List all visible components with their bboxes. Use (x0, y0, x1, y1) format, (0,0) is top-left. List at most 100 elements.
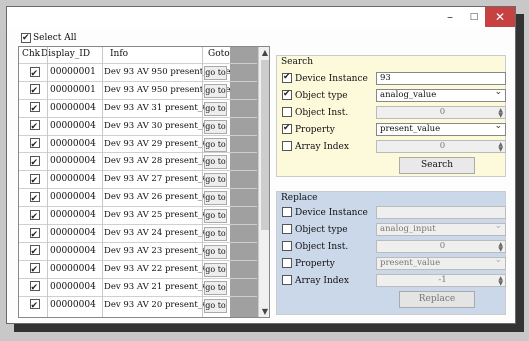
row-checkbox[interactable] (29, 137, 40, 154)
replace-object-type-checkbox[interactable] (282, 224, 292, 234)
table-row[interactable]: 00000004Dev 93 AV 28 present_valuego to (19, 152, 257, 172)
row-checkbox[interactable] (29, 119, 40, 136)
row-goto-cell: go to (204, 171, 227, 188)
search-array-index-checkbox[interactable] (282, 141, 292, 151)
goto-button[interactable]: go to (204, 173, 227, 188)
scroll-up-icon[interactable]: ▲ (259, 48, 269, 57)
search-property-select[interactable]: present_value (376, 121, 506, 136)
row-checkbox-cell (22, 118, 47, 136)
replace-object-inst-value: 0 (439, 241, 446, 251)
select-all[interactable]: Select All (21, 32, 76, 44)
goto-button[interactable]: go to (204, 298, 227, 313)
spinner-arrows-icon[interactable]: ▲ ▼ (498, 276, 503, 287)
replace-object-type-select[interactable]: analog_input (376, 221, 506, 236)
row-checkbox[interactable] (29, 191, 40, 208)
row-goto-cell: go to (204, 207, 227, 224)
replace-object-inst-stepper[interactable]: 0 ▲ ▼ (376, 240, 506, 253)
row-checkbox[interactable] (29, 227, 40, 244)
scrollbar-thumb[interactable] (261, 60, 269, 230)
row-display-id: 00000004 (50, 102, 96, 113)
table-row[interactable]: 00000004Dev 93 AV 31 present_valuego to (19, 98, 257, 118)
goto-button[interactable]: go to (204, 227, 227, 242)
replace-device-instance-input[interactable] (376, 206, 506, 219)
table-row[interactable]: 00000004Dev 93 AV 21 present_valuego to (19, 277, 257, 297)
goto-button[interactable]: go to (204, 262, 227, 277)
replace-object-inst-checkbox[interactable] (282, 241, 292, 251)
spinner-arrows-icon[interactable]: ▲ ▼ (498, 142, 503, 153)
search-object-type-select[interactable]: analog_value (376, 87, 506, 102)
header-display-id[interactable]: Display_ID (41, 49, 90, 59)
row-display-id: 00000004 (50, 210, 96, 221)
goto-button[interactable]: go to (204, 191, 227, 206)
grid-scrollbar[interactable]: ▲ ▼ (258, 47, 269, 317)
replace-property-checkbox[interactable] (282, 258, 292, 268)
row-checkbox[interactable] (29, 280, 40, 297)
replace-array-index-stepper[interactable]: -1 ▲ ▼ (376, 274, 506, 287)
goto-button[interactable]: go to (204, 66, 227, 80)
header-info[interactable]: Info (110, 49, 128, 59)
table-row[interactable]: 00000004Dev 93 AV 23 present_valuego to (19, 241, 257, 261)
select-all-checkbox[interactable] (21, 32, 31, 44)
table-row[interactable]: 00000004Dev 93 AV 29 present_valuego to (19, 134, 257, 154)
row-checkbox[interactable] (29, 101, 40, 118)
goto-button[interactable]: go to (204, 83, 227, 98)
goto-button[interactable]: go to (204, 119, 227, 134)
search-property-label: Property (295, 124, 335, 135)
replace-array-index-checkbox[interactable] (282, 275, 292, 285)
goto-button[interactable]: go to (204, 101, 227, 116)
row-checkbox[interactable] (29, 244, 40, 261)
minimize-button[interactable]: – (437, 7, 463, 27)
table-row[interactable]: 00000001Dev 93 AV 950 present_valuego to (19, 63, 257, 83)
row-checkbox[interactable] (29, 155, 40, 172)
table-row[interactable]: 00000004Dev 93 AV 26 present_valuego to (19, 188, 257, 208)
close-button[interactable]: ✕ (485, 7, 515, 27)
replace-property-select[interactable]: present_value (376, 255, 506, 270)
search-device-instance-input[interactable]: 93 (376, 72, 506, 85)
goto-button[interactable]: go to (204, 209, 227, 224)
replace-device-instance-label: Device Instance (295, 207, 368, 218)
replace-device-instance-checkbox[interactable] (282, 207, 292, 217)
row-checkbox[interactable] (29, 83, 40, 100)
table-row[interactable]: 00000001Dev 93 AV 950 present_valuego to (19, 80, 257, 100)
table-row[interactable]: 00000004Dev 93 AV 20 present_valuego to (19, 295, 257, 315)
scroll-down-icon[interactable]: ▼ (259, 307, 269, 316)
row-goto-cell: go to (204, 118, 227, 135)
row-goto-cell: go to (204, 297, 227, 314)
row-display-id: 00000004 (50, 120, 96, 131)
header-goto[interactable]: Goto (208, 49, 230, 59)
goto-button[interactable]: go to (204, 155, 227, 170)
row-checkbox[interactable] (29, 298, 40, 315)
row-checkbox[interactable] (29, 262, 40, 279)
search-array-index-label: Array Index (295, 141, 349, 152)
search-object-inst-checkbox[interactable] (282, 107, 292, 117)
row-checkbox[interactable] (29, 66, 40, 83)
row-display-id: 00000001 (50, 84, 96, 95)
table-row[interactable]: 00000004Dev 93 AV 30 present_valuego to (19, 116, 257, 136)
main-window: – □ ✕ Select All Chk Display_ID Info Got… (6, 6, 516, 324)
replace-button[interactable]: Replace (399, 291, 475, 308)
replace-property-label: Property (295, 258, 335, 269)
search-object-type-checkbox[interactable] (282, 89, 292, 100)
goto-button[interactable]: go to (204, 244, 227, 259)
spinner-arrows-icon[interactable]: ▲ ▼ (498, 242, 503, 253)
table-row[interactable]: 00000004Dev 93 AV 24 present_valuego to (19, 224, 257, 244)
search-object-inst-stepper[interactable]: 0 ▲ ▼ (376, 106, 506, 119)
header-chk[interactable]: Chk (22, 49, 40, 59)
goto-button[interactable]: go to (204, 137, 227, 152)
search-button[interactable]: Search (399, 157, 475, 174)
spinner-arrows-icon[interactable]: ▲ ▼ (498, 108, 503, 119)
table-row[interactable]: 00000004Dev 93 AV 22 present_valuego to (19, 259, 257, 279)
row-checkbox[interactable] (29, 209, 40, 226)
replace-object-type-label: Object type (295, 224, 348, 235)
maximize-button[interactable]: □ (461, 7, 487, 27)
table-row[interactable]: 00000004Dev 93 AV 27 present_valuego to (19, 170, 257, 190)
row-checkbox[interactable] (29, 173, 40, 190)
search-array-index-stepper[interactable]: 0 ▲ ▼ (376, 140, 506, 153)
search-property-checkbox[interactable] (282, 123, 292, 134)
table-row[interactable]: 00000004Dev 93 AV 25 present_valuego to (19, 206, 257, 226)
column-divider (202, 47, 203, 317)
goto-button[interactable]: go to (204, 280, 227, 295)
replace-array-index-value: -1 (438, 275, 447, 285)
search-device-instance-checkbox[interactable] (282, 72, 292, 83)
row-checkbox-cell (22, 261, 47, 279)
